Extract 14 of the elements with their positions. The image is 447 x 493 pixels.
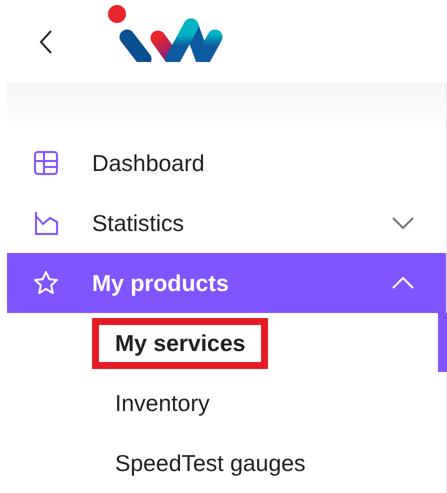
chevron-left-icon	[39, 28, 53, 54]
chevron-up-icon	[392, 277, 414, 289]
menu-item[interactable]: Statistics	[7, 193, 446, 253]
chevron-down-icon	[392, 217, 414, 229]
chart-icon	[33, 210, 59, 236]
submenu-item[interactable]: Inventory	[92, 378, 233, 428]
menu-item[interactable]: Dashboard	[7, 133, 446, 193]
star-icon	[33, 270, 59, 296]
layout-icon	[33, 150, 59, 176]
logo-icon	[105, 4, 225, 62]
submenu-item[interactable]: My services	[92, 318, 268, 368]
menu-item[interactable]: My products	[7, 253, 446, 313]
scrollbar-thumb[interactable]	[438, 313, 447, 372]
submenu-item[interactable]: SpeedTest gauges	[92, 438, 329, 488]
